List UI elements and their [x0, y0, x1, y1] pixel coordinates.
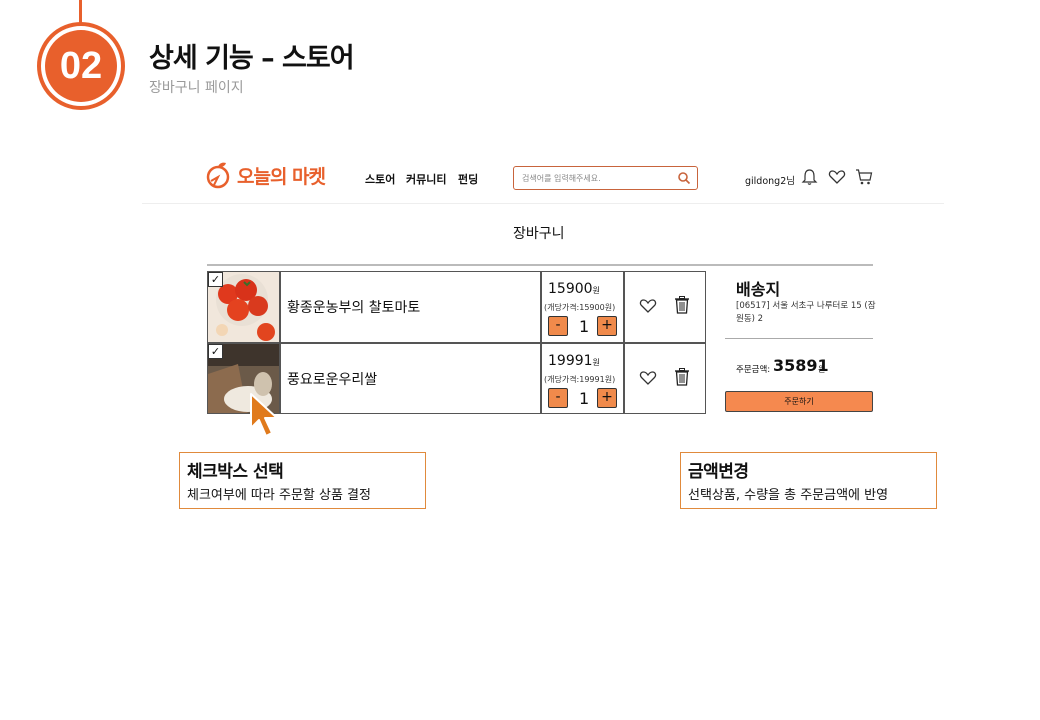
search-input[interactable]: 검색어를 입력해주세요. [513, 166, 698, 190]
order-button[interactable]: 주문하기 [725, 391, 873, 412]
product-image-tomato[interactable]: ✓ [207, 271, 280, 343]
slide-title: 상세 기능 – 스토어 [149, 43, 355, 74]
action-cell [624, 271, 706, 343]
price-cell: 15900원 (개당가격:15900원) - 1 + [541, 271, 624, 343]
nav-store[interactable]: 스토어 [365, 171, 395, 187]
product-name[interactable]: 풍요로운우리쌀 [287, 369, 377, 389]
annotation-desc: 체크여부에 따라 주문할 상품 결정 [187, 488, 371, 503]
search-icon[interactable] [677, 171, 691, 185]
logo[interactable]: 오늘의 마켓 [205, 161, 326, 189]
heart-icon[interactable] [639, 297, 657, 315]
product-name-cell: 황종운농부의 찰토마토 [280, 271, 541, 343]
annotation-title: 체크박스 선택 [187, 462, 284, 482]
slide-subtitle: 장바구니 페이지 [149, 80, 244, 96]
quantity-plus-button[interactable]: + [597, 388, 617, 408]
annotation-desc: 선택상품, 수량을 총 주문금액에 반영 [688, 488, 889, 503]
annotation-checkbox: 체크박스 선택 체크여부에 따라 주문할 상품 결정 [179, 452, 426, 509]
nav-community[interactable]: 커뮤니티 [406, 171, 446, 187]
user-name[interactable]: gildong2님 [745, 173, 795, 187]
annotation-price: 금액변경 선택상품, 수량을 총 주문금액에 반영 [680, 452, 937, 509]
order-amount-unit: 원 [818, 365, 826, 374]
quantity-minus-button[interactable]: - [548, 388, 568, 408]
search-placeholder: 검색어를 입력해주세요. [522, 174, 601, 183]
header-divider [142, 203, 944, 204]
unit-price: (개당가격:15900원) [544, 303, 616, 312]
shipping-title: 배송지 [736, 280, 781, 299]
item-price: 15900원 [548, 281, 600, 297]
heart-icon[interactable] [639, 369, 657, 387]
trash-icon[interactable] [674, 296, 690, 314]
product-name-cell: 풍요로운우리쌀 [280, 343, 541, 414]
price-cell: 19991원 (개당가격:19991원) - 1 + [541, 343, 624, 414]
bell-icon[interactable] [801, 168, 818, 186]
orange-logo-icon [206, 162, 230, 189]
nav-funding[interactable]: 펀딩 [458, 171, 478, 187]
cursor-arrow-icon [250, 393, 278, 437]
heart-icon[interactable] [828, 168, 846, 186]
product-name[interactable]: 황종운농부의 찰토마토 [287, 297, 420, 317]
order-amount-label: 주문금액: [736, 365, 771, 375]
item-checkbox[interactable]: ✓ [208, 272, 223, 287]
trash-icon[interactable] [674, 368, 690, 386]
cart-divider [207, 264, 873, 266]
side-divider [725, 338, 873, 339]
shipping-address: [06517] 서울 서초구 나루터로 15 (잠원동) 2 [736, 301, 876, 324]
action-cell [624, 343, 706, 414]
item-price: 19991원 [548, 353, 600, 369]
page-title: 장바구니 [513, 226, 565, 242]
annotation-title: 금액변경 [688, 462, 749, 482]
quantity-value: 1 [579, 389, 590, 408]
cart-icon[interactable] [855, 168, 873, 186]
section-number: 02 [45, 30, 117, 102]
unit-price: (개당가격:19991원) [544, 375, 616, 384]
quantity-plus-button[interactable]: + [597, 316, 617, 336]
quantity-minus-button[interactable]: - [548, 316, 568, 336]
quantity-value: 1 [579, 317, 590, 336]
item-checkbox[interactable]: ✓ [208, 344, 223, 359]
logo-text: 오늘의 마켓 [237, 165, 326, 188]
